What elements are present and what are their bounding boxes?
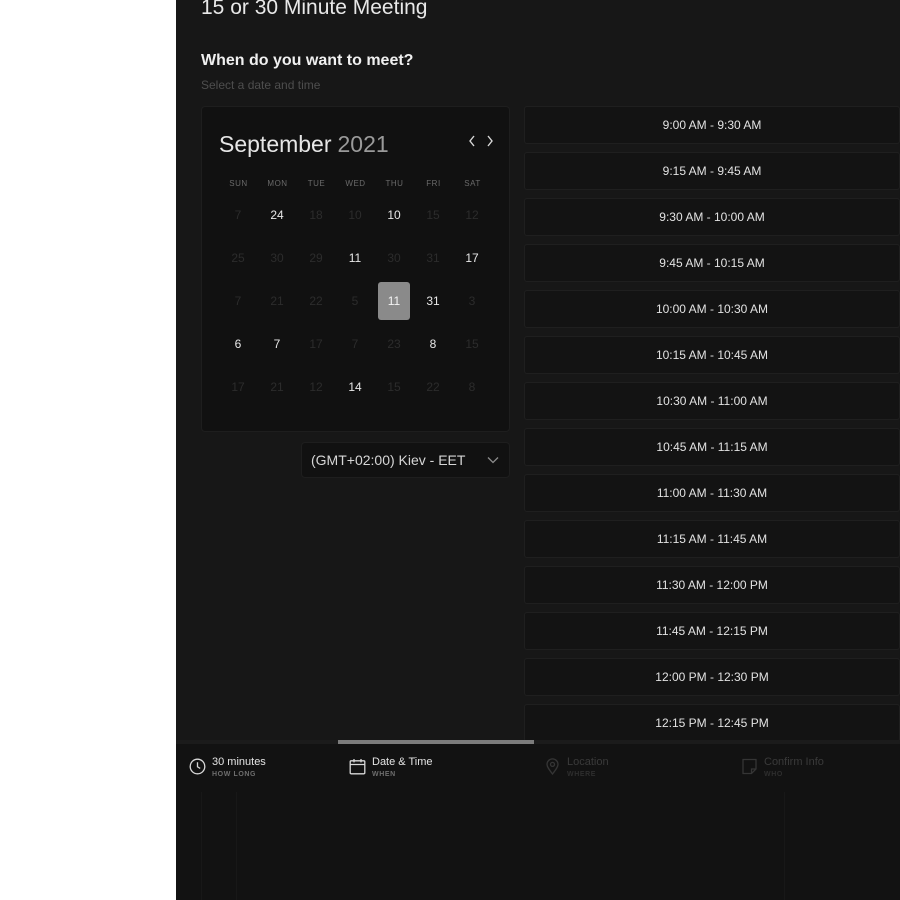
select-date-subtext: Select a date and time	[201, 78, 321, 92]
calendar-day[interactable]: 24	[261, 196, 293, 234]
step-location-label: Location	[567, 756, 609, 768]
time-slot-button[interactable]: 11:30 AM - 12:00 PM	[524, 566, 900, 604]
prev-month-button[interactable]	[464, 133, 480, 153]
calendar-day: 21	[270, 294, 284, 308]
weekday-label: MON	[267, 179, 288, 188]
time-slot-button[interactable]: 9:00 AM - 9:30 AM	[524, 106, 900, 144]
calendar-day: 7	[234, 294, 242, 308]
calendar-day: 31	[426, 251, 440, 265]
chevron-left-icon	[469, 135, 475, 147]
calendar-day: 23	[387, 337, 401, 351]
timezone-select[interactable]: (GMT+02:00) Kiev - EET	[301, 442, 510, 478]
step-confirm-info-sub: WHO	[764, 771, 783, 778]
time-slot-button[interactable]: 9:30 AM - 10:00 AM	[524, 198, 900, 236]
divider	[201, 792, 202, 900]
step-confirm-info-label: Confirm Info	[764, 756, 824, 768]
time-slot-button[interactable]: 9:15 AM - 9:45 AM	[524, 152, 900, 190]
clock-icon	[189, 758, 206, 775]
location-pin-icon	[546, 758, 559, 775]
step-location-sub: WHERE	[567, 771, 597, 778]
time-slot-button[interactable]: 12:15 PM - 12:45 PM	[524, 704, 900, 742]
chevron-down-icon	[487, 457, 499, 464]
weekday-label: SAT	[464, 179, 481, 188]
calendar-day[interactable]: 6	[222, 325, 254, 363]
calendar-day: 3	[468, 294, 476, 308]
calendar-day: 8	[468, 380, 476, 394]
calendar: September 2021 SUN MON TUE WED THU FRI SAT 7 24 1…	[201, 106, 510, 432]
calendar-day: 17	[309, 337, 323, 351]
time-slot-button[interactable]: 11:45 AM - 12:15 PM	[524, 612, 900, 650]
chevron-right-icon	[487, 135, 493, 147]
time-slot-button[interactable]: 10:45 AM - 11:15 AM	[524, 428, 900, 466]
calendar-day: 7	[351, 337, 359, 351]
calendar-day[interactable]: 11	[339, 239, 371, 277]
calendar-day: 21	[270, 380, 284, 394]
calendar-day: 12	[309, 380, 323, 394]
calendar-day[interactable]: 17	[456, 239, 488, 277]
calendar-day: 30	[387, 251, 401, 265]
calendar-day: 10	[348, 208, 362, 222]
divider	[236, 792, 237, 900]
calendar-day: 30	[270, 251, 284, 265]
time-slot-button[interactable]: 9:45 AM - 10:15 AM	[524, 244, 900, 282]
weekday-label: SUN	[229, 179, 248, 188]
calendar-day[interactable]: 8	[417, 325, 449, 363]
scheduling-panel: 15 or 30 Minute Meeting When do you want…	[176, 0, 900, 900]
calendar-day: 29	[309, 251, 323, 265]
calendar-year: 2021	[337, 131, 389, 157]
timezone-label: (GMT+02:00) Kiev - EET	[311, 452, 466, 468]
calendar-month: September	[219, 131, 332, 157]
calendar-day: 15	[426, 208, 440, 222]
time-slot-button[interactable]: 11:15 AM - 11:45 AM	[524, 520, 900, 558]
calendar-day: 22	[426, 380, 440, 394]
step-duration-label: 30 minutes	[212, 756, 266, 768]
calendar-day: 12	[465, 208, 479, 222]
step-date-time-label: Date & Time	[372, 756, 433, 768]
time-slot-button[interactable]: 11:00 AM - 11:30 AM	[524, 474, 900, 512]
calendar-month-year: September 2021	[219, 131, 389, 158]
time-slot-button[interactable]: 10:15 AM - 10:45 AM	[524, 336, 900, 374]
time-slot-button[interactable]: 10:30 AM - 11:00 AM	[524, 382, 900, 420]
calendar-day[interactable]: 7	[261, 325, 293, 363]
meeting-title: 15 or 30 Minute Meeting	[201, 0, 428, 19]
step-date-time-sub: WHEN	[372, 771, 396, 778]
time-slot-button[interactable]: 12:00 PM - 12:30 PM	[524, 658, 900, 696]
when-question: When do you want to meet?	[201, 52, 414, 69]
document-icon	[742, 758, 757, 775]
calendar-day[interactable]: 10	[378, 196, 410, 234]
calendar-day-selected[interactable]: 11	[378, 282, 410, 320]
time-slot-button[interactable]: 10:00 AM - 10:30 AM	[524, 290, 900, 328]
calendar-day: 7	[234, 208, 242, 222]
calendar-icon	[349, 759, 366, 775]
calendar-day: 15	[387, 380, 401, 394]
weekday-label: THU	[385, 179, 404, 188]
divider	[784, 792, 785, 900]
next-month-button[interactable]	[482, 133, 498, 153]
calendar-day: 25	[231, 251, 245, 265]
calendar-day: 17	[231, 380, 245, 394]
calendar-day: 5	[351, 294, 359, 308]
weekday-label: TUE	[307, 179, 326, 188]
weekday-label: FRI	[426, 179, 441, 188]
calendar-day[interactable]: 14	[339, 368, 371, 406]
calendar-day: 15	[465, 337, 479, 351]
weekday-label: WED	[345, 179, 366, 188]
step-duration-sub: HOW LONG	[212, 771, 257, 778]
calendar-day[interactable]: 31	[417, 282, 449, 320]
calendar-day: 18	[309, 208, 323, 222]
steps-bar: 30 minutes HOW LONG Date & Time WHEN Loc…	[176, 744, 900, 900]
calendar-day: 22	[309, 294, 323, 308]
